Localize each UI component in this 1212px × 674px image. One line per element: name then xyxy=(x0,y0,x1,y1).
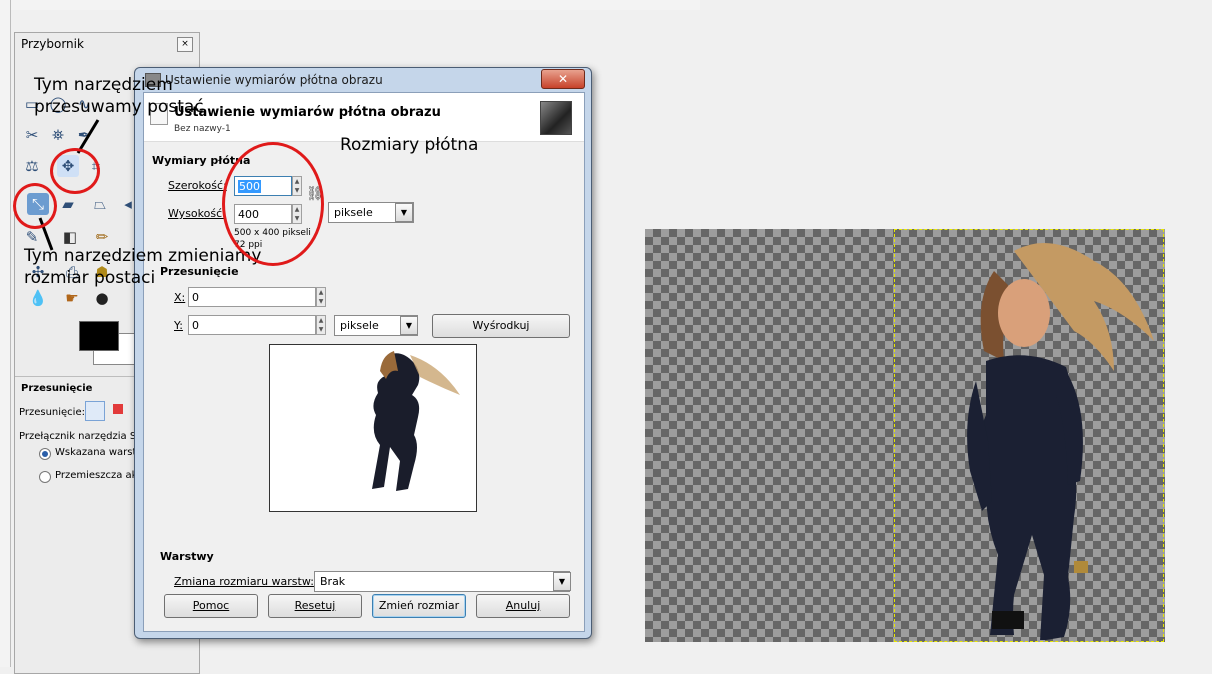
scale-tool-highlight-ring xyxy=(13,183,57,229)
canvas-size-highlight-ring xyxy=(222,142,324,266)
layer-photo xyxy=(967,243,1154,640)
move-tool-highlight-ring xyxy=(50,148,100,194)
